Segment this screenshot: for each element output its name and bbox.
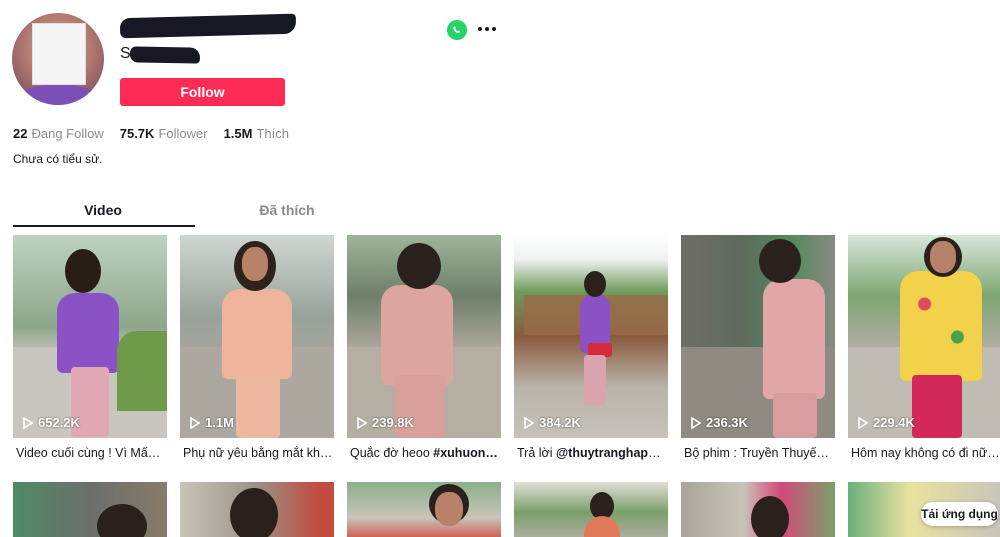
video-thumbnail[interactable]: 1.1M [180,235,334,438]
video-caption[interactable]: Quắc đờ heoo #xuhuon… [350,446,500,460]
play-icon [858,416,868,429]
nickname: S [120,44,210,64]
nickname-redaction [129,46,201,64]
profile-stats: 22 Đang Follow 75.7K Follower 1.5M Thích [13,126,289,141]
video-thumbnail[interactable] [514,482,668,537]
play-icon [691,416,701,429]
profile-bio: Chưa có tiểu sử. [13,152,103,166]
view-count: 384.2K [524,415,581,430]
avatar-redaction [32,23,86,85]
play-icon [357,416,367,429]
view-count: 652.2K [23,415,80,430]
video-thumbnail[interactable]: 236.3K [681,235,835,438]
tab-liked[interactable]: Đã thích [197,202,377,218]
play-icon [524,416,534,429]
follow-button[interactable]: Follow [120,78,285,106]
profile-tabs: Video Đã thích [13,198,386,228]
video-thumbnail[interactable]: 384.2K [514,235,668,438]
play-icon [190,416,200,429]
video-thumbnail[interactable]: 239.8K [347,235,501,438]
avatar [12,13,104,105]
video-caption[interactable]: Trả lời @thuytranghapp… [517,446,667,460]
video-caption[interactable]: Video cuối cùng ! Vì Mấy… [16,446,166,460]
video-thumbnail[interactable]: 229.4K [848,235,1000,438]
video-caption[interactable]: Hôm nay không có đi nữ… [851,446,1000,460]
more-icon[interactable] [478,22,498,36]
get-app-button[interactable]: Tải ứng dụng [921,502,998,526]
play-icon [23,416,33,429]
stat-following[interactable]: 22 Đang Follow [13,126,104,141]
view-count: 236.3K [691,415,748,430]
whatsapp-icon[interactable] [447,20,467,40]
video-caption[interactable]: Phụ nữ yêu bằng mắt kh… [183,446,333,460]
username-redaction [119,13,297,39]
tab-video[interactable]: Video [13,202,193,218]
video-thumbnail[interactable] [681,482,835,537]
view-count: 229.4K [858,415,915,430]
view-count: 1.1M [190,415,234,430]
stat-likes: 1.5M Thích [223,126,289,141]
tab-active-indicator [13,225,195,227]
username: s [119,12,300,40]
video-thumbnail[interactable] [13,482,167,537]
video-thumbnail[interactable]: 652.2K [13,235,167,438]
video-thumbnail[interactable] [180,482,334,537]
view-count: 239.8K [357,415,414,430]
video-caption[interactable]: Bộ phim : Truyền Thuyế… [684,446,834,460]
stat-followers[interactable]: 75.7K Follower [120,126,208,141]
video-thumbnail[interactable] [347,482,501,537]
